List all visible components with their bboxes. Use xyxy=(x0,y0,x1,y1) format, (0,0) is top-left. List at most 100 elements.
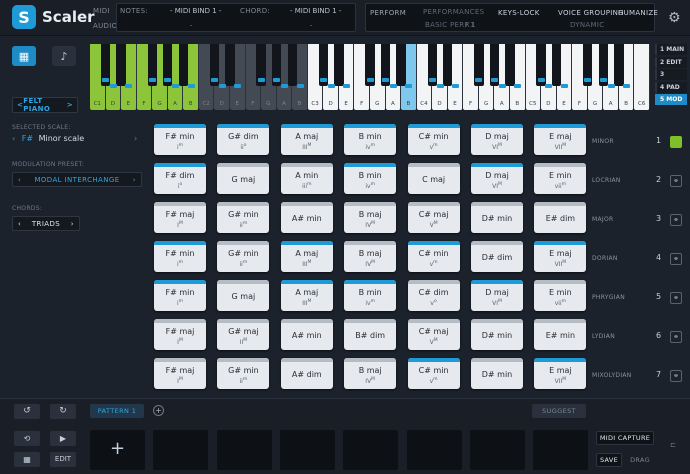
chord-pad[interactable]: B min ivm xyxy=(344,163,397,194)
notes-bind-value[interactable]: - MIDI BIND 1 - xyxy=(170,7,221,15)
chord-pad[interactable]: A# min xyxy=(280,202,333,233)
chord-pad[interactable]: F# min im xyxy=(154,241,206,272)
chord-pad[interactable]: G maj xyxy=(217,163,270,194)
chord-pad[interactable]: A# min xyxy=(280,319,333,350)
chord-pad[interactable]: B maj IVM xyxy=(344,202,397,233)
chord-pad[interactable]: G# dim iio xyxy=(217,124,270,155)
chords-type-selector[interactable]: ‹ TRIADS › xyxy=(12,216,80,231)
pattern-tab[interactable]: PATTERN 1 xyxy=(90,404,144,418)
midi-capture-button[interactable]: MIDI CAPTURE xyxy=(596,431,654,445)
chord-pad[interactable]: D# min xyxy=(471,202,523,233)
grid-view-icon[interactable]: ▦ xyxy=(14,452,40,467)
black-key[interactable] xyxy=(552,44,562,86)
instrument-preset-selector[interactable]: < FELT PIANO > xyxy=(12,97,78,113)
chord-pad[interactable]: E# dim xyxy=(534,202,587,233)
nav-item[interactable]: 3 CHORD xyxy=(655,69,687,89)
modulation-preset-selector[interactable]: ‹ MODAL INTERCHANGE › xyxy=(12,172,142,187)
chord-pad[interactable]: D maj VIM xyxy=(471,280,523,311)
suggest-button[interactable]: SUGGEST xyxy=(532,404,586,418)
nav-item[interactable]: 5 MOD xyxy=(655,94,687,105)
chord-pad[interactable]: E# min xyxy=(534,319,587,350)
chord-pad[interactable]: E min viim xyxy=(534,280,587,311)
chord-pad[interactable]: G# min iim xyxy=(217,358,270,389)
link-icon[interactable]: ⚭ xyxy=(670,370,682,382)
chord-pad[interactable]: F# min im xyxy=(154,280,206,311)
link-icon[interactable]: ⚭ xyxy=(670,253,682,265)
empty-pattern-pad[interactable] xyxy=(406,430,462,470)
chord-pad[interactable]: G# maj IIM xyxy=(217,319,270,350)
x1-label[interactable]: X1 xyxy=(465,21,475,29)
chord-pad[interactable]: B# dim xyxy=(344,319,397,350)
empty-pattern-pad[interactable] xyxy=(153,430,209,470)
chord-pad[interactable]: B maj IVM xyxy=(344,241,397,272)
chords-prev-arrow[interactable]: ‹ xyxy=(18,220,21,228)
empty-pattern-pad[interactable] xyxy=(279,430,335,470)
link-icon[interactable]: ⚭ xyxy=(670,175,682,187)
add-pattern-button[interactable]: + xyxy=(153,405,164,416)
chord-pad[interactable]: G maj xyxy=(217,280,270,311)
chord-pad[interactable]: D maj VIM xyxy=(471,163,523,194)
chord-pad[interactable]: C# maj VM xyxy=(407,319,460,350)
black-key[interactable] xyxy=(178,44,188,86)
chord-pad[interactable]: D# dim xyxy=(471,241,523,272)
empty-pattern-pad[interactable] xyxy=(533,430,589,470)
chord-pad[interactable]: F# maj IM xyxy=(154,202,206,233)
edit-button[interactable]: EDIT xyxy=(50,452,76,467)
black-key[interactable] xyxy=(505,44,515,86)
chord-pad[interactable]: E maj VIIM xyxy=(534,124,587,155)
chord-pad[interactable]: F# dim io xyxy=(154,163,206,194)
empty-pattern-pad[interactable] xyxy=(343,430,399,470)
black-key[interactable] xyxy=(614,44,624,86)
chord-pad[interactable]: C# maj VM xyxy=(407,202,460,233)
chord-pad[interactable]: B min ivm xyxy=(344,280,397,311)
keys-lock-label[interactable]: KEYS-LOCK xyxy=(498,9,540,17)
chord-pad[interactable]: A maj IIIM xyxy=(280,124,333,155)
loop-icon[interactable]: ⟲ xyxy=(14,431,40,446)
chord-pad[interactable]: E maj VIIM xyxy=(534,358,587,389)
empty-pattern-pad[interactable] xyxy=(216,430,272,470)
chord-pad[interactable]: A min iiim xyxy=(280,163,333,194)
preset-next-arrow[interactable]: > xyxy=(67,101,73,109)
black-key[interactable] xyxy=(334,44,344,86)
modulation-next-arrow[interactable]: › xyxy=(133,176,136,184)
voice-grouping-value[interactable]: DYNAMIC xyxy=(570,21,604,29)
chord-pad[interactable]: C maj xyxy=(407,163,460,194)
white-key[interactable]: C6 xyxy=(634,44,650,110)
chord-pad[interactable]: C# min vm xyxy=(407,358,460,389)
humanize-label[interactable]: HUMANIZE xyxy=(618,9,658,17)
chord-pad[interactable]: B min ivm xyxy=(344,124,397,155)
chord-pad[interactable]: E maj VIIM xyxy=(534,241,587,272)
chord-pad[interactable]: A maj IIIM xyxy=(280,241,333,272)
black-key[interactable] xyxy=(396,44,406,86)
chord-pad[interactable]: A# dim xyxy=(280,358,333,389)
chord-pad[interactable]: C# min vm xyxy=(407,124,460,155)
piano-keyboard[interactable]: C1 D E F G A B C2 D E F G A B C3 D E F G A B C4 D E F G A B C5 D E F G A B… xyxy=(90,44,650,110)
chord-pad[interactable]: G# min iim xyxy=(217,241,270,272)
bottom-scroll-icon[interactable]: ⊏ xyxy=(670,441,676,449)
chord-pad[interactable]: D maj VIM xyxy=(471,124,523,155)
scale-prev-arrow[interactable]: ‹ xyxy=(12,134,15,143)
black-key[interactable] xyxy=(287,44,297,86)
keyboard-view-icon[interactable]: ▦ xyxy=(12,46,36,66)
drag-button[interactable]: DRAG xyxy=(626,453,654,467)
chord-pad[interactable]: E min viim xyxy=(534,163,587,194)
modulation-prev-arrow[interactable]: ‹ xyxy=(18,176,21,184)
chord-pad[interactable]: B maj IVM xyxy=(344,358,397,389)
add-chord-pad[interactable]: + xyxy=(90,430,145,470)
black-key[interactable] xyxy=(225,44,235,86)
chord-pad[interactable]: G# min iim xyxy=(217,202,270,233)
perform-label[interactable]: PERFORM xyxy=(370,9,406,17)
chord-pad[interactable]: F# maj IM xyxy=(154,358,206,389)
selected-scale-value[interactable]: ‹ F# Minor scale xyxy=(12,134,84,143)
redo-icon[interactable]: ↻ xyxy=(50,404,76,419)
mode-select-toggle[interactable] xyxy=(670,136,682,148)
empty-pattern-pad[interactable] xyxy=(469,430,525,470)
chord-pad[interactable]: F# min im xyxy=(154,124,206,155)
chord-pad[interactable]: D# min xyxy=(471,319,523,350)
link-icon[interactable]: ⚭ xyxy=(670,292,682,304)
chord-pad[interactable]: F# maj IM xyxy=(154,319,206,350)
chords-next-arrow[interactable]: › xyxy=(71,220,74,228)
link-icon[interactable]: ⚭ xyxy=(670,331,682,343)
black-key[interactable] xyxy=(443,44,453,86)
midi-toggle[interactable]: MIDI xyxy=(93,7,110,15)
